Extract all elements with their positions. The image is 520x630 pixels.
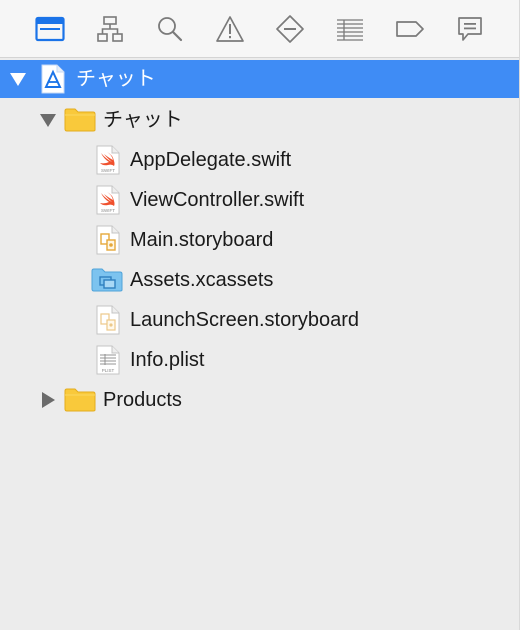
tree-row-file[interactable]: PLIST Info.plist bbox=[0, 340, 520, 380]
report-navigator-button[interactable] bbox=[452, 12, 488, 46]
file-label: ViewController.swift bbox=[130, 189, 305, 211]
disclosure-triangle-collapsed-icon[interactable] bbox=[38, 380, 58, 420]
file-label: LaunchScreen.storyboard bbox=[130, 309, 360, 331]
test-navigator-button[interactable] bbox=[272, 12, 308, 46]
issue-navigator-button[interactable] bbox=[212, 12, 248, 46]
asset-catalog-icon bbox=[91, 268, 123, 292]
debug-navigator-button[interactable] bbox=[332, 12, 368, 46]
folder-icon bbox=[64, 108, 96, 132]
tree-row-file[interactable]: LaunchScreen.storyboard bbox=[0, 300, 520, 340]
tree-row-products[interactable]: Products bbox=[0, 380, 520, 420]
breakpoint-navigator-button[interactable] bbox=[392, 12, 428, 46]
debug-navigator-icon bbox=[337, 19, 363, 41]
tree-row-file[interactable]: SWIFT AppDelegate.swift bbox=[0, 140, 520, 180]
report-navigator-icon bbox=[458, 17, 482, 41]
file-label: AppDelegate.swift bbox=[130, 149, 292, 171]
project-navigator-button[interactable] bbox=[32, 12, 68, 46]
swift-file-icon: SWIFT bbox=[96, 145, 120, 175]
group-label: チャット bbox=[103, 109, 183, 131]
file-label: Assets.xcassets bbox=[130, 269, 274, 291]
file-label: Main.storyboard bbox=[130, 229, 274, 251]
project-navigator-icon bbox=[35, 16, 65, 42]
project-label: チャット bbox=[76, 68, 156, 90]
test-navigator-icon bbox=[276, 15, 304, 43]
tree-row-file[interactable]: Assets.xcassets bbox=[0, 260, 520, 300]
file-label: Info.plist bbox=[130, 349, 205, 371]
symbol-navigator-icon bbox=[97, 16, 123, 42]
disclosure-triangle-expanded-icon[interactable] bbox=[8, 60, 28, 98]
svg-text:PLIST: PLIST bbox=[102, 368, 115, 373]
tree-row-file[interactable]: Main.storyboard bbox=[0, 220, 520, 260]
swift-file-icon: SWIFT bbox=[96, 185, 120, 215]
storyboard-file-icon bbox=[96, 305, 120, 335]
navigator-toolbar bbox=[0, 0, 520, 58]
tree-row-file[interactable]: SWIFT ViewController.swift bbox=[0, 180, 520, 220]
tree-row-project[interactable]: チャット bbox=[0, 60, 520, 98]
tree-row-group[interactable]: チャット bbox=[0, 100, 520, 140]
storyboard-file-icon bbox=[96, 225, 120, 255]
disclosure-triangle-expanded-icon[interactable] bbox=[38, 100, 58, 140]
svg-text:SWIFT: SWIFT bbox=[101, 208, 115, 213]
symbol-navigator-button[interactable] bbox=[92, 12, 128, 46]
find-navigator-button[interactable] bbox=[152, 12, 188, 46]
svg-text:SWIFT: SWIFT bbox=[101, 168, 115, 173]
find-navigator-icon bbox=[158, 17, 183, 42]
folder-icon bbox=[64, 388, 96, 412]
plist-file-icon: PLIST bbox=[96, 345, 120, 375]
issue-navigator-icon bbox=[216, 16, 244, 42]
breakpoint-navigator-icon bbox=[396, 21, 424, 37]
xcode-project-icon bbox=[41, 64, 65, 94]
products-label: Products bbox=[103, 389, 182, 411]
